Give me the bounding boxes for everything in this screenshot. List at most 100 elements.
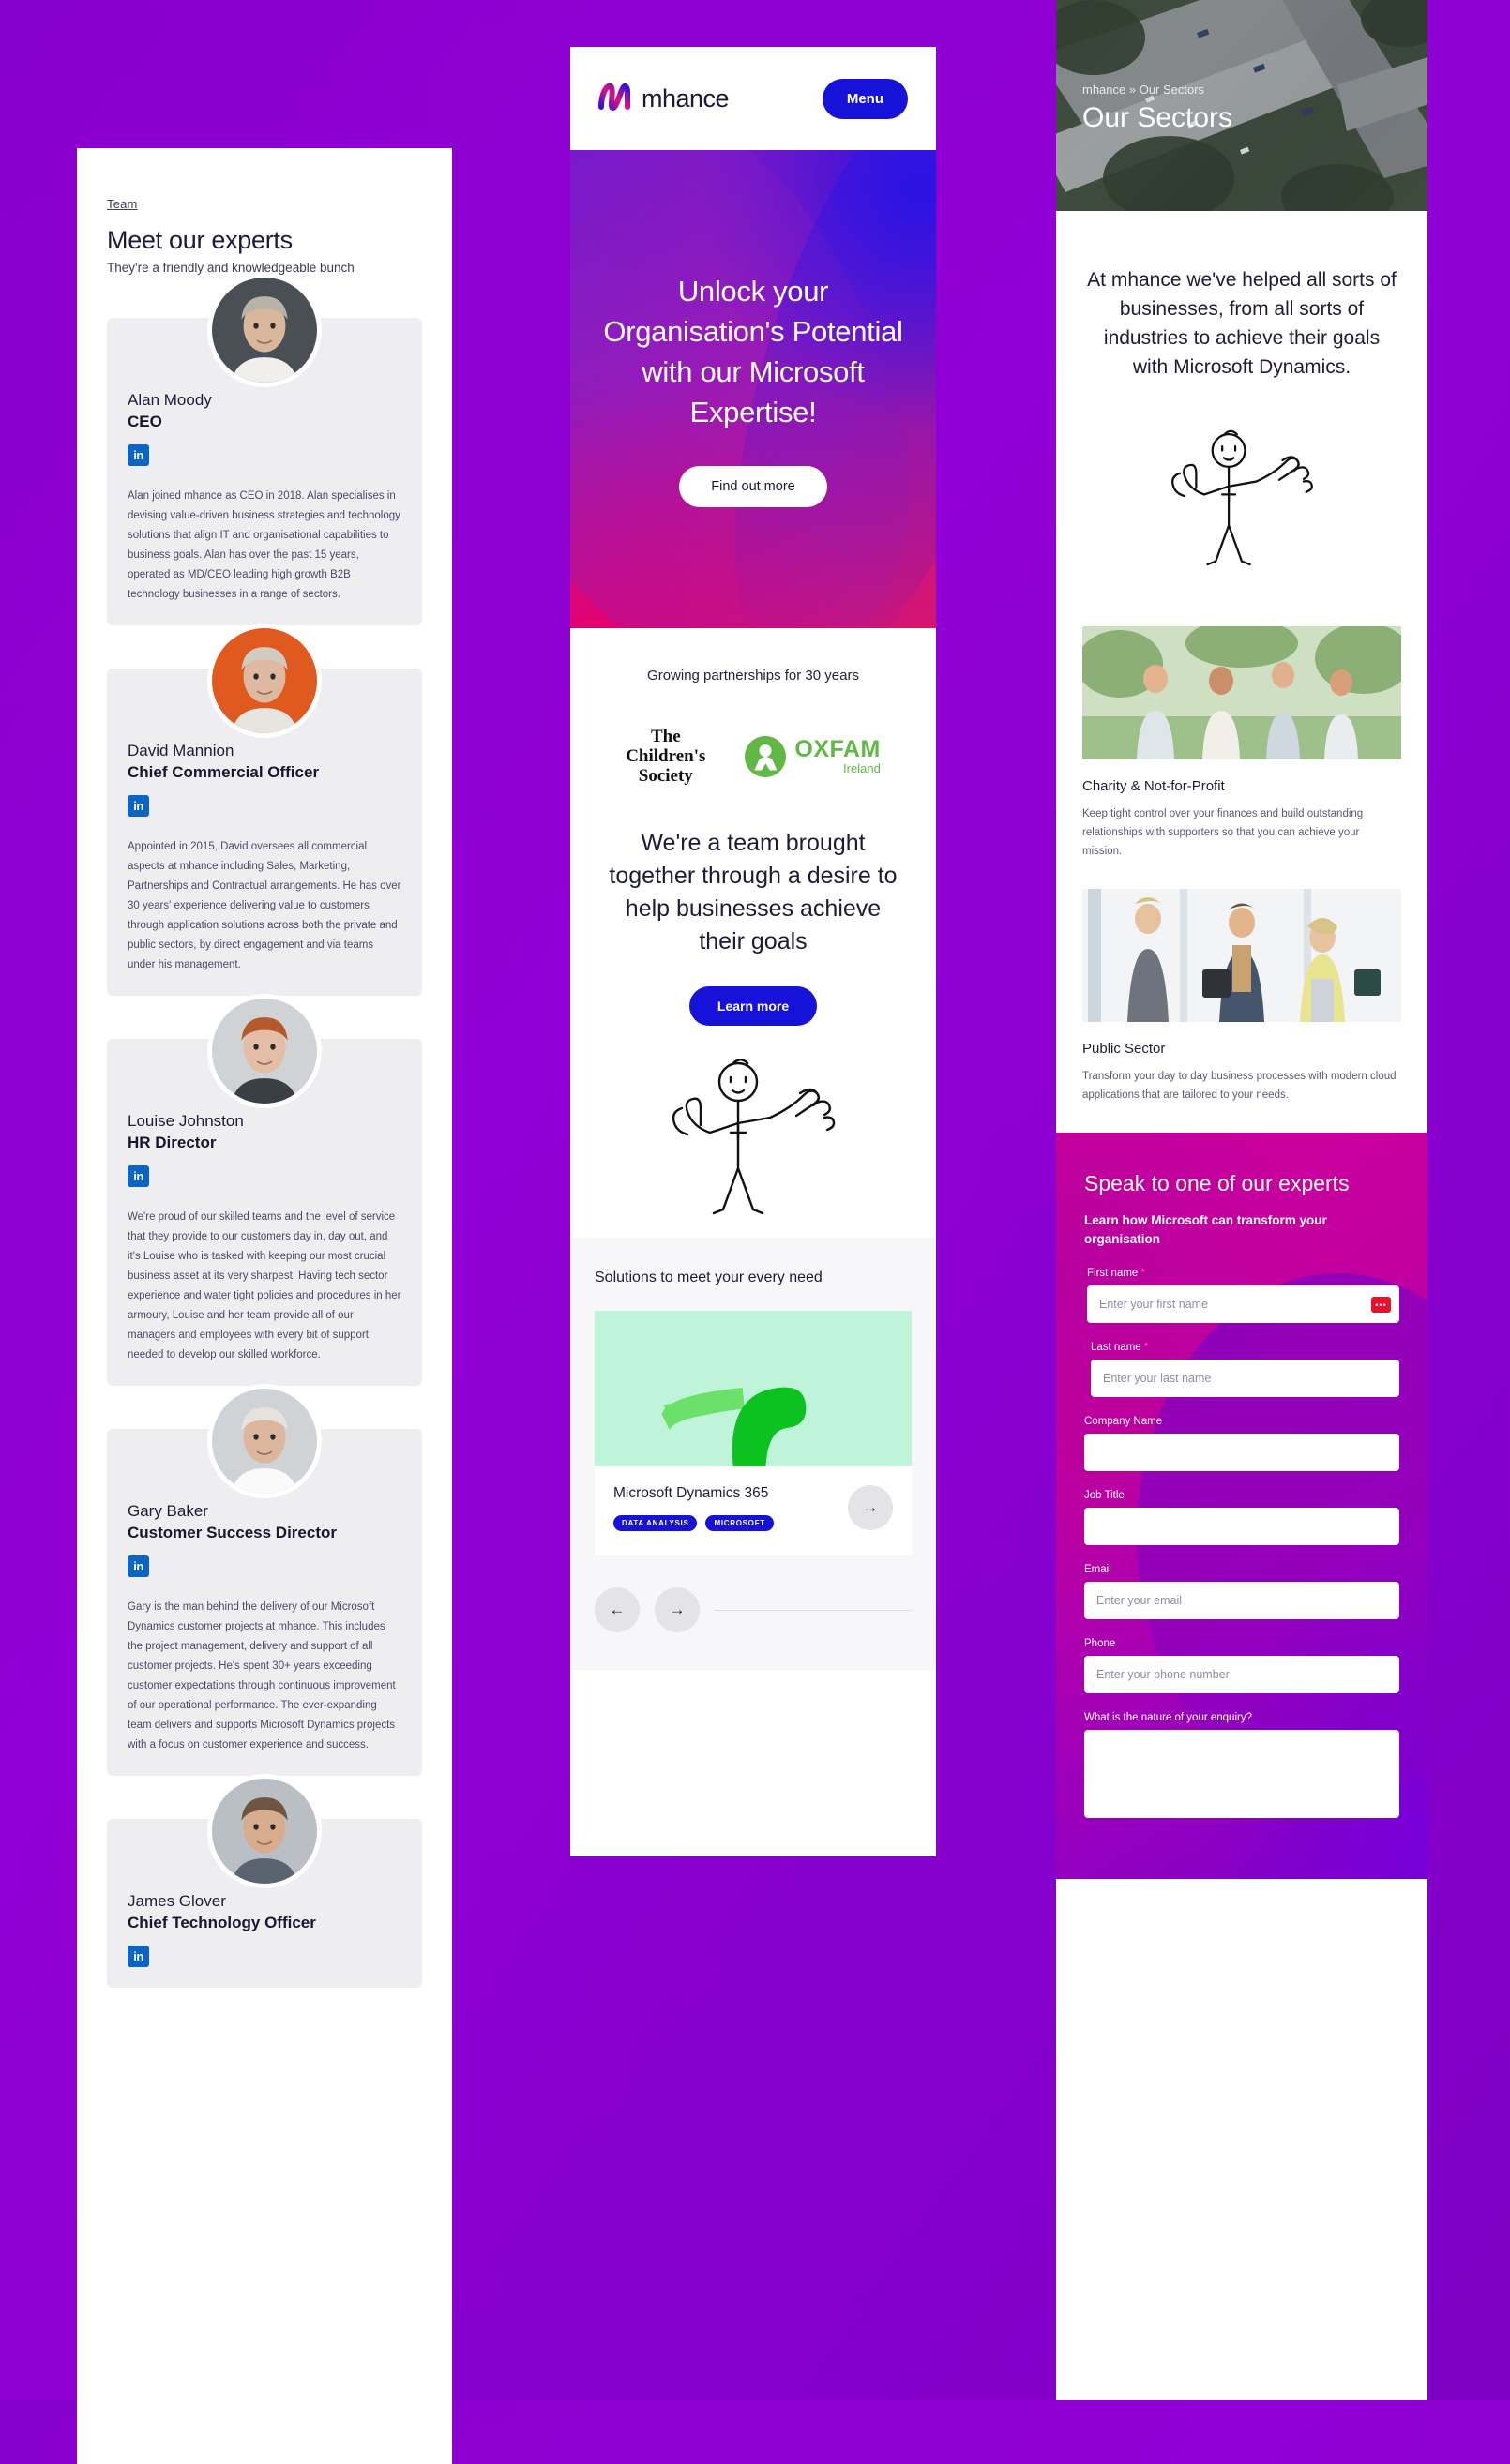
form-field: Email xyxy=(1084,1564,1399,1619)
about-heading: We're a team brought together through a … xyxy=(609,830,898,954)
member-role: CEO xyxy=(128,413,162,430)
avatar xyxy=(207,994,322,1108)
sectors-page-title: Our Sectors xyxy=(1082,102,1233,133)
sector-image xyxy=(1082,889,1401,1022)
solutions-title: Solutions to meet your every need xyxy=(595,1270,823,1285)
sector-name: Charity & Not-for-Profit xyxy=(1082,778,1225,794)
job-title-input[interactable] xyxy=(1084,1508,1399,1545)
form-field: Job Title xyxy=(1084,1490,1399,1545)
field-label-text: First name xyxy=(1087,1268,1139,1279)
sector-description: Transform your day to day business proce… xyxy=(1082,1071,1397,1101)
linkedin-icon[interactable]: in xyxy=(128,795,149,817)
brand-name: mhance xyxy=(642,83,730,113)
linkedin-icon[interactable]: in xyxy=(128,1555,149,1577)
member-role: Chief Commercial Officer xyxy=(128,763,320,781)
form-field: First name * ••• xyxy=(1087,1268,1399,1323)
partners-label: Growing partnerships for 30 years xyxy=(647,668,859,684)
form-field: Last name * xyxy=(1091,1342,1399,1397)
member-bio: We're proud of our skilled teams and the… xyxy=(128,1211,401,1360)
menu-button[interactable]: Menu xyxy=(822,78,908,119)
field-label-text: Email xyxy=(1084,1564,1111,1575)
member-name: Alan Moody xyxy=(128,391,212,409)
field-label: What is the nature of your enquiry? xyxy=(1084,1712,1399,1723)
team-member-card[interactable]: David Mannion Chief Commercial Officer in A… xyxy=(107,624,422,996)
solution-tags: DATA ANALYSIS MICROSOFT xyxy=(613,1515,774,1531)
member-name: James Glover xyxy=(128,1892,226,1910)
team-member-list: Alan Moody CEO in Alan joined mhance as CEO… xyxy=(107,273,422,1988)
breadcrumb[interactable]: mhance » Our Sectors xyxy=(1082,83,1401,97)
solution-arrow-right-icon[interactable]: → xyxy=(848,1485,893,1530)
team-member-card[interactable]: Louise Johnston HR Director in We're proud … xyxy=(107,994,422,1386)
field-label-text: Job Title xyxy=(1084,1490,1125,1501)
solution-tag[interactable]: DATA ANALYSIS xyxy=(613,1515,698,1531)
solution-tag[interactable]: MICROSOFT xyxy=(705,1515,774,1531)
hero-cta-button[interactable]: Find out more xyxy=(679,466,827,507)
carousel-arrow-right-icon[interactable]: → xyxy=(655,1587,700,1632)
required-marker: * xyxy=(1143,1342,1149,1353)
tcs-line-1: The xyxy=(650,727,681,746)
field-label-text: Last name xyxy=(1091,1342,1141,1353)
linkedin-icon[interactable]: in xyxy=(128,444,149,466)
phone-input[interactable] xyxy=(1084,1656,1399,1693)
childrens-society-logo[interactable]: The Children's Society xyxy=(626,727,705,786)
sector-list: Charity & Not-for-Profit Keep tight contr… xyxy=(1056,626,1427,1104)
carousel-progress-rail[interactable] xyxy=(715,1609,912,1611)
green-swoosh-graphic xyxy=(595,1311,912,1466)
solution-card[interactable]: Microsoft Dynamics 365 DATA ANALYSIS MICR… xyxy=(595,1311,912,1555)
avatar xyxy=(207,1384,322,1498)
contact-form-section: Speak to one of our experts Learn how Mi… xyxy=(1056,1133,1427,1879)
oxfam-ireland-logo[interactable]: OXFAM Ireland xyxy=(745,735,881,777)
sector-item[interactable]: Charity & Not-for-Profit Keep tight contr… xyxy=(1056,626,1427,861)
site-header: mhance Menu xyxy=(570,47,936,150)
team-member-card[interactable]: James Glover Chief Technology Officer in xyxy=(107,1774,422,1988)
field-error-badge: ••• xyxy=(1371,1297,1391,1313)
carousel-arrow-left-icon[interactable]: ← xyxy=(595,1587,640,1632)
email-input[interactable] xyxy=(1084,1582,1399,1619)
hero-heading: Unlock your Organisation's Potential wit… xyxy=(603,275,903,428)
last-name-input[interactable] xyxy=(1091,1360,1399,1397)
sector-image xyxy=(1082,626,1401,759)
field-label-text: Company Name xyxy=(1084,1416,1163,1427)
member-role: HR Director xyxy=(128,1134,217,1151)
tcs-line-2: Children's xyxy=(626,746,706,766)
solution-name: Microsoft Dynamics 365 xyxy=(613,1485,769,1501)
form-field: Phone xyxy=(1084,1638,1399,1693)
home-page-panel: mhance Menu Unlock your Organisation's P… xyxy=(570,47,936,1856)
sector-item[interactable]: Public Sector Transform your day to day b… xyxy=(1056,889,1427,1104)
linkedin-icon[interactable]: in xyxy=(128,1946,149,1967)
tcs-line-3: Society xyxy=(638,766,693,786)
field-label: Phone xyxy=(1084,1638,1399,1649)
first-name-input[interactable] xyxy=(1087,1285,1399,1323)
team-eyebrow[interactable]: Team xyxy=(107,197,422,211)
oxfam-mark-icon xyxy=(745,735,787,777)
page-title: Meet our experts xyxy=(107,226,293,254)
member-role: Chief Technology Officer xyxy=(128,1914,316,1931)
contact-subheading: Learn how Microsoft can transform your o… xyxy=(1084,1213,1327,1246)
form-field: Company Name xyxy=(1084,1416,1399,1471)
member-bio: Gary is the man behind the delivery of o… xyxy=(128,1601,396,1750)
partner-logos: The Children's Society OXFAM Ireland xyxy=(570,684,936,827)
team-page-panel: Team Meet our experts They're a friendly… xyxy=(77,148,452,2464)
three-people-doodle-icon xyxy=(1056,419,1427,626)
learn-more-button[interactable]: Learn more xyxy=(688,986,818,1026)
what-is-the-nature-of-your-enquiry-textarea[interactable] xyxy=(1084,1730,1399,1818)
sectors-intro: At mhance we've helped all sorts of busi… xyxy=(1087,269,1397,378)
member-bio: Appointed in 2015, David oversees all co… xyxy=(128,841,401,970)
avatar xyxy=(207,624,322,738)
team-member-card[interactable]: Alan Moody CEO in Alan joined mhance as CEO… xyxy=(107,273,422,625)
linkedin-icon[interactable]: in xyxy=(128,1165,149,1187)
member-bio: Alan joined mhance as CEO in 2018. Alan … xyxy=(128,490,400,600)
form-field: What is the nature of your enquiry? xyxy=(1084,1712,1399,1823)
team-member-card[interactable]: Gary Baker Customer Success Director in Gar… xyxy=(107,1384,422,1776)
contact-heading: Speak to one of our experts xyxy=(1084,1171,1350,1195)
carousel-nav: ← → xyxy=(595,1587,912,1632)
avatar xyxy=(207,273,322,387)
oxfam-region: Ireland xyxy=(843,760,881,775)
required-marker: * xyxy=(1140,1268,1146,1279)
field-error-text: ••• xyxy=(1375,1300,1387,1310)
member-name: Louise Johnston xyxy=(128,1112,244,1130)
sector-description: Keep tight control over your finances an… xyxy=(1082,808,1364,857)
field-label: Job Title xyxy=(1084,1490,1399,1501)
company-name-input[interactable] xyxy=(1084,1434,1399,1471)
brand-logo[interactable]: mhance xyxy=(598,83,730,115)
